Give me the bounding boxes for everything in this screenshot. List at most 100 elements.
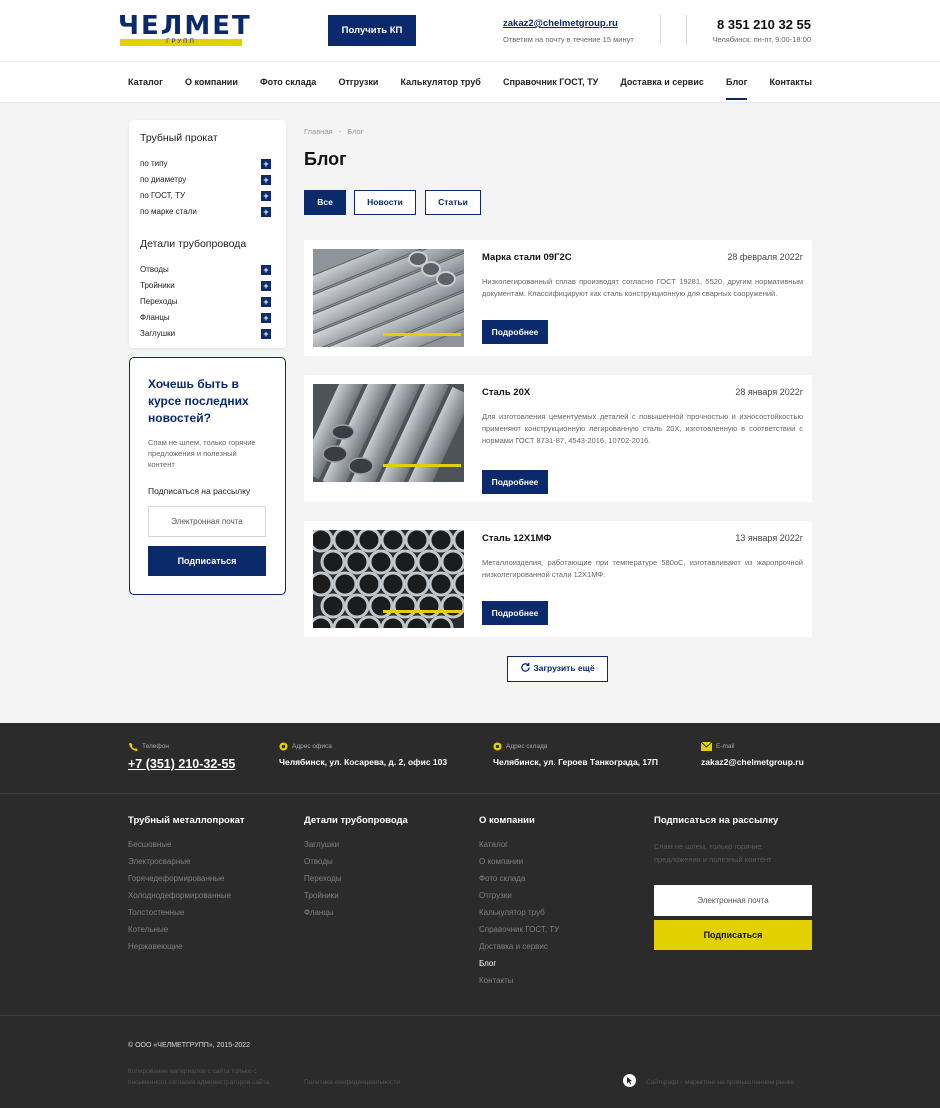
nav-contacts[interactable]: Контакты <box>769 77 811 87</box>
footer-link[interactable]: Горячедеформированные <box>128 874 225 883</box>
footer-link[interactable]: Заглушки <box>304 840 339 849</box>
blog-card: Марка стали 09Г2С 28 февраля 2022г Низко… <box>304 240 812 356</box>
logo[interactable]: ЧЕЛМЕТ ГРУПП <box>118 13 250 46</box>
sidebar-item[interactable]: Фланцы + <box>140 313 271 325</box>
footer-link[interactable]: Тройники <box>304 891 339 900</box>
header-phone[interactable]: 8 351 210 32 55 <box>717 17 811 32</box>
footer-link[interactable]: Переходы <box>304 874 342 883</box>
header-email-link[interactable]: zakaz2@chelmetgroup.ru <box>503 18 618 29</box>
breadcrumb-sep: - <box>338 127 342 136</box>
copyright: © ООО «ЧЕЛМЕТГРУПП», 2015-2022 <box>128 1042 251 1049</box>
plus-icon[interactable]: + <box>261 175 271 185</box>
post-date: 28 января 2022г <box>735 387 803 397</box>
footer-link[interactable]: Контакты <box>479 976 514 985</box>
read-more-button[interactable]: Подробнее <box>482 601 548 625</box>
get-offer-button[interactable]: Получить КП <box>328 15 416 46</box>
sidebar-item[interactable]: Тройники + <box>140 281 271 293</box>
sidebar-item-label: Фланцы <box>140 313 170 322</box>
post-title[interactable]: Сталь 20Х <box>482 387 530 398</box>
sidebar-item[interactable]: Переходы + <box>140 297 271 309</box>
plus-icon[interactable]: + <box>261 265 271 275</box>
read-more-button[interactable]: Подробнее <box>482 470 548 494</box>
tab-articles[interactable]: Статьи <box>425 190 481 215</box>
footer-link[interactable]: Бесшовные <box>128 840 171 849</box>
sidebar-item-label: по типу <box>140 159 168 168</box>
post-title[interactable]: Сталь 12Х1МФ <box>482 533 552 544</box>
sidebar-item[interactable]: Отводы + <box>140 265 271 277</box>
plus-icon[interactable]: + <box>261 207 271 217</box>
developer-link[interactable]: Сайткрафт - маркетинг на промышленном ры… <box>646 1077 794 1088</box>
footer-link[interactable]: Холоднодеформированные <box>128 891 231 900</box>
email-note: Ответим на почту в течение 15 минут <box>503 35 634 44</box>
nav-warehouse-photos[interactable]: Фото склада <box>260 77 316 87</box>
nav-pipe-calculator[interactable]: Калькулятор труб <box>401 77 481 87</box>
nav-catalog[interactable]: Каталог <box>128 77 163 87</box>
footer-subscribe-button[interactable]: Подписаться <box>654 920 812 950</box>
sidebar-item[interactable]: Заглушки + <box>140 329 271 341</box>
tab-all[interactable]: Все <box>304 190 346 215</box>
footer-link[interactable]: Нержавеющие <box>128 942 183 951</box>
footer-link[interactable]: Калькулятор труб <box>479 908 545 917</box>
mail-icon <box>701 742 712 751</box>
breadcrumb-current: Блог <box>347 127 364 136</box>
post-image[interactable] <box>313 384 464 482</box>
main-nav: Каталог О компании Фото склада Отгрузки … <box>128 77 812 100</box>
sidebar-item[interactable]: по типу + <box>140 159 271 171</box>
sidebar-item-label: Заглушки <box>140 329 176 338</box>
nav-gost-reference[interactable]: Справочник ГОСТ, ТУ <box>503 77 598 87</box>
post-image[interactable] <box>313 249 464 347</box>
footer-link[interactable]: Блог <box>479 959 496 968</box>
footer-email[interactable]: zakaz2@chelmetgroup.ru <box>701 757 804 767</box>
logo-sub: ГРУПП <box>120 39 242 46</box>
post-title[interactable]: Марка стали 09Г2С <box>482 252 572 263</box>
privacy-link[interactable]: Политика конфиденциальности <box>304 1077 400 1088</box>
footer-link[interactable]: О компании <box>479 857 523 866</box>
sidebar-item[interactable]: по ГОСТ, ТУ + <box>140 191 271 203</box>
plus-icon[interactable]: + <box>261 297 271 307</box>
load-more-button[interactable]: Загрузить ещё <box>507 656 608 682</box>
footer-link[interactable]: Отгрузки <box>479 891 512 900</box>
footer-link[interactable]: Справочник ГОСТ, ТУ <box>479 925 559 934</box>
sidebar-item[interactable]: по диаметру + <box>140 175 271 187</box>
tab-news[interactable]: Новости <box>354 190 416 215</box>
sidebar-heading: Детали трубопровода <box>140 238 247 250</box>
footer-link[interactable]: Фланцы <box>304 908 334 917</box>
warehouse-address: Челябинск, ул. Героев Танкограда, 17П <box>493 757 658 767</box>
nav-blog[interactable]: Блог <box>726 77 748 100</box>
footer-phone[interactable]: +7 (351) 210-32-55 <box>128 757 235 771</box>
subscribe-button[interactable]: Подписаться <box>148 546 266 576</box>
newsletter-label: Подписаться на рассылку <box>148 486 251 496</box>
contact-label: E-mail <box>716 743 735 750</box>
breadcrumb-home[interactable]: Главная <box>304 127 333 136</box>
phone-note: Челябинск: пн-пт, 9:00-18:00 <box>712 35 811 44</box>
nav-about[interactable]: О компании <box>185 77 238 87</box>
nav-shipments[interactable]: Отгрузки <box>338 77 378 87</box>
footer-link[interactable]: Котельные <box>128 925 168 934</box>
footer-link[interactable]: Доставка и сервис <box>479 942 548 951</box>
footer-col-title: О компании <box>479 815 535 826</box>
footer-link[interactable]: Отводы <box>304 857 333 866</box>
sidebar-item-label: по марке стали <box>140 207 197 216</box>
newsletter-box: Хочешь быть в курсе последних новостей? … <box>129 357 286 595</box>
divider <box>0 61 940 62</box>
footer-email-input[interactable]: Электронная почта <box>654 885 812 916</box>
newsletter-email-input[interactable]: Электронная почта <box>148 506 266 537</box>
plus-icon[interactable]: + <box>261 191 271 201</box>
footer-link[interactable]: Каталог <box>479 840 508 849</box>
footer-link[interactable]: Толстостенные <box>128 908 184 917</box>
plus-icon[interactable]: + <box>261 281 271 291</box>
divider <box>0 793 940 794</box>
plus-icon[interactable]: + <box>261 159 271 169</box>
footer-link[interactable]: Электросварные <box>128 857 190 866</box>
post-date: 13 января 2022г <box>735 533 803 543</box>
read-more-button[interactable]: Подробнее <box>482 320 548 344</box>
post-image[interactable] <box>313 530 464 628</box>
plus-icon[interactable]: + <box>261 313 271 323</box>
contact-label: Адрес склада <box>506 743 548 750</box>
plus-icon[interactable]: + <box>261 329 271 339</box>
phone-icon <box>129 742 138 751</box>
sidebar-item[interactable]: по марке стали + <box>140 207 271 219</box>
footer-link[interactable]: Фото склада <box>479 874 525 883</box>
nav-delivery[interactable]: Доставка и сервис <box>620 77 703 87</box>
newsletter-heading: Хочешь быть в курсе последних новостей? <box>148 377 249 425</box>
